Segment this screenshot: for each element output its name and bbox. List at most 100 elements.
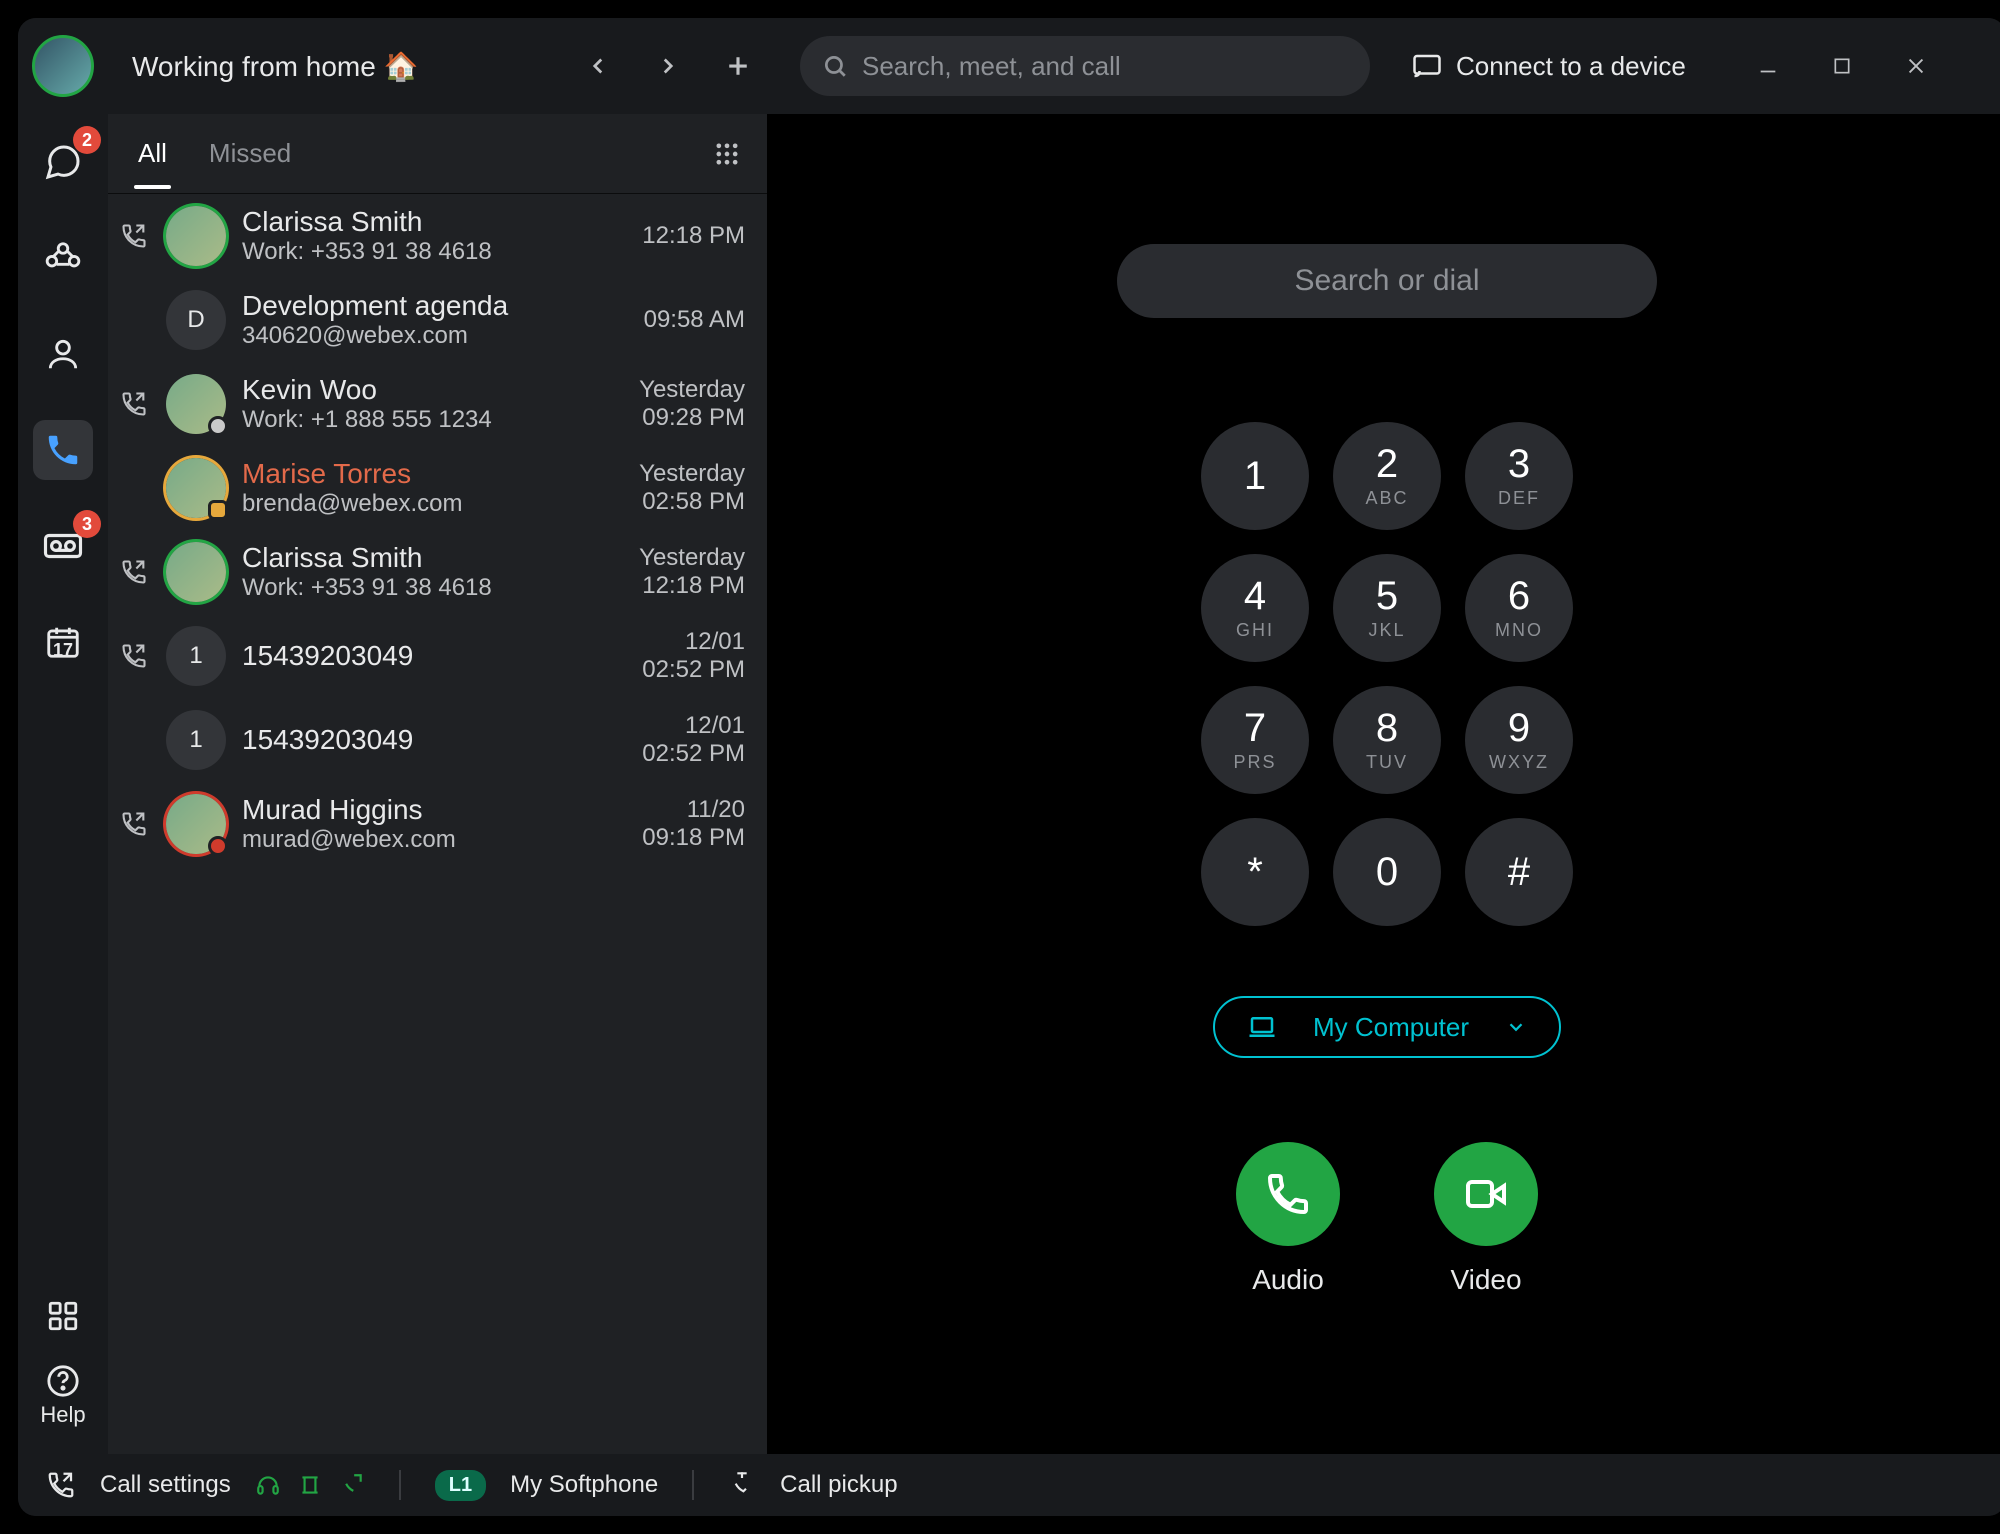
tab-all[interactable]: All [134, 118, 171, 189]
audio-device-select[interactable]: My Computer [1213, 996, 1561, 1058]
nav-calling[interactable] [33, 420, 93, 480]
device-label: My Computer [1313, 1012, 1469, 1043]
call-history-tabs: All Missed [108, 114, 767, 194]
call-contact-name: Clarissa Smith [242, 206, 626, 238]
call-contact-detail: Work: +353 91 38 4618 [242, 574, 623, 602]
key-digit: 8 [1376, 708, 1398, 748]
keypad-icon [713, 140, 741, 168]
calendar-day-number: 17 [53, 640, 73, 661]
cast-icon [1412, 51, 1442, 81]
keypad-key-3[interactable]: 3DEF [1465, 422, 1573, 530]
titlebar: Working from home 🏠 Search, meet, and ca… [18, 18, 2000, 114]
call-text-block: 15439203049 [242, 724, 626, 756]
contact-avatar: 1 [166, 626, 226, 686]
call-history-item[interactable]: 11543920304912/0102:52 PM [108, 614, 767, 698]
call-history-item[interactable]: Kevin WooWork: +1 888 555 1234Yesterday0… [108, 362, 767, 446]
minimize-button[interactable] [1746, 44, 1790, 88]
key-digit: # [1508, 852, 1530, 892]
call-contact-name: Development agenda [242, 290, 628, 322]
nav-apps[interactable] [33, 1286, 93, 1346]
call-history-item[interactable]: 11543920304912/0102:52 PM [108, 698, 767, 782]
keypad-key-0[interactable]: 0 [1333, 818, 1441, 926]
key-letters: MNO [1495, 620, 1543, 641]
video-call-button[interactable]: Video [1434, 1142, 1538, 1296]
keypad-key-6[interactable]: 6MNO [1465, 554, 1573, 662]
call-direction-icon [118, 390, 150, 418]
connect-device-label: Connect to a device [1456, 51, 1686, 82]
show-dialpad-button[interactable] [713, 140, 741, 168]
key-digit: 0 [1376, 852, 1398, 892]
keypad-key-9[interactable]: 9WXYZ [1465, 686, 1573, 794]
footer-bar: Call settings L1 My Softphone Call picku… [18, 1454, 2000, 1516]
create-button[interactable] [712, 40, 764, 92]
call-history-item[interactable]: Clarissa SmithWork: +353 91 38 4618Yeste… [108, 530, 767, 614]
nav-forward-button[interactable] [642, 40, 694, 92]
call-direction-icon [118, 222, 150, 250]
call-timestamp: 12:18 PM [642, 222, 745, 250]
nav-rail-bottom: Help [33, 1286, 93, 1454]
call-pickup-link[interactable]: Call pickup [780, 1471, 897, 1499]
connect-device-button[interactable]: Connect to a device [1412, 51, 1686, 82]
dial-search-input[interactable]: Search or dial [1117, 244, 1657, 318]
nav-messaging[interactable]: 2 [33, 132, 93, 192]
search-placeholder: Search, meet, and call [862, 51, 1121, 82]
keypad-key-*[interactable]: * [1201, 818, 1309, 926]
contact-avatar [166, 794, 226, 854]
keypad-key-4[interactable]: 4GHI [1201, 554, 1309, 662]
call-contact-name: Marise Torres [242, 458, 623, 490]
contact-avatar: D [166, 290, 226, 350]
line-badge[interactable]: L1 [435, 1470, 486, 1501]
keypad-key-2[interactable]: 2 ABC [1333, 422, 1441, 530]
presence-status[interactable]: Working from home 🏠 [108, 50, 428, 83]
nav-back-button[interactable] [572, 40, 624, 92]
call-contact-detail: brenda@webex.com [242, 490, 623, 518]
key-letters: ABC [1365, 488, 1408, 509]
key-letters: GHI [1236, 620, 1274, 641]
call-direction-icon [118, 558, 150, 586]
keypad-key-7[interactable]: 7PRS [1201, 686, 1309, 794]
presence-indicator [208, 500, 228, 520]
profile-avatar[interactable] [32, 35, 94, 97]
dial-keypad: 1 2 ABC 3DEF 4GHI5JKL6MNO 7PRS8TUV9WXYZ * 0 # [1201, 422, 1573, 926]
forward-status-icon [339, 1472, 365, 1498]
keypad-key-8[interactable]: 8TUV [1333, 686, 1441, 794]
nav-help[interactable]: Help [33, 1364, 93, 1428]
headset-status-icon [255, 1472, 281, 1498]
keypad-key-5[interactable]: 5JKL [1333, 554, 1441, 662]
call-contact-name: Kevin Woo [242, 374, 623, 406]
call-contact-detail: 340620@webex.com [242, 322, 628, 350]
key-digit: * [1247, 852, 1263, 892]
keypad-key-#[interactable]: # [1465, 818, 1573, 926]
presence-indicator [208, 416, 228, 436]
call-text-block: Clarissa SmithWork: +353 91 38 4618 [242, 542, 623, 602]
tab-missed[interactable]: Missed [205, 118, 295, 189]
footer-status-icons [255, 1472, 365, 1498]
app-grid-icon [46, 1299, 80, 1333]
call-history-item[interactable]: Murad Higginsmurad@webex.com11/2009:18 P… [108, 782, 767, 866]
call-direction-icon [118, 810, 150, 838]
call-action-row: Audio Video [1236, 1142, 1538, 1296]
maximize-button[interactable] [1820, 44, 1864, 88]
call-timestamp: 11/2009:18 PM [642, 796, 745, 852]
keypad-key-1[interactable]: 1 [1201, 422, 1309, 530]
nav-contacts[interactable] [33, 324, 93, 384]
call-settings-link[interactable]: Call settings [100, 1471, 231, 1499]
separator [399, 1470, 401, 1500]
key-digit: 2 [1376, 444, 1398, 484]
softphone-label[interactable]: My Softphone [510, 1471, 658, 1499]
nav-voicemail[interactable]: 3 [33, 516, 93, 576]
call-history-item[interactable]: DDevelopment agenda340620@webex.com09:58… [108, 278, 767, 362]
history-nav [572, 40, 764, 92]
nav-teams[interactable] [33, 228, 93, 288]
call-history-item[interactable]: Marise Torresbrenda@webex.comYesterday02… [108, 446, 767, 530]
key-letters: PRS [1233, 752, 1276, 773]
key-digit: 5 [1376, 576, 1398, 616]
close-button[interactable] [1894, 44, 1938, 88]
nav-meetings[interactable]: 17 [33, 612, 93, 672]
call-contact-name: 15439203049 [242, 724, 626, 756]
audio-call-button[interactable]: Audio [1236, 1142, 1340, 1296]
global-search-input[interactable]: Search, meet, and call [800, 36, 1370, 96]
call-history-item[interactable]: Clarissa SmithWork: +353 91 38 461812:18… [108, 194, 767, 278]
video-label: Video [1450, 1264, 1521, 1296]
call-list[interactable]: Clarissa SmithWork: +353 91 38 461812:18… [108, 194, 767, 1454]
